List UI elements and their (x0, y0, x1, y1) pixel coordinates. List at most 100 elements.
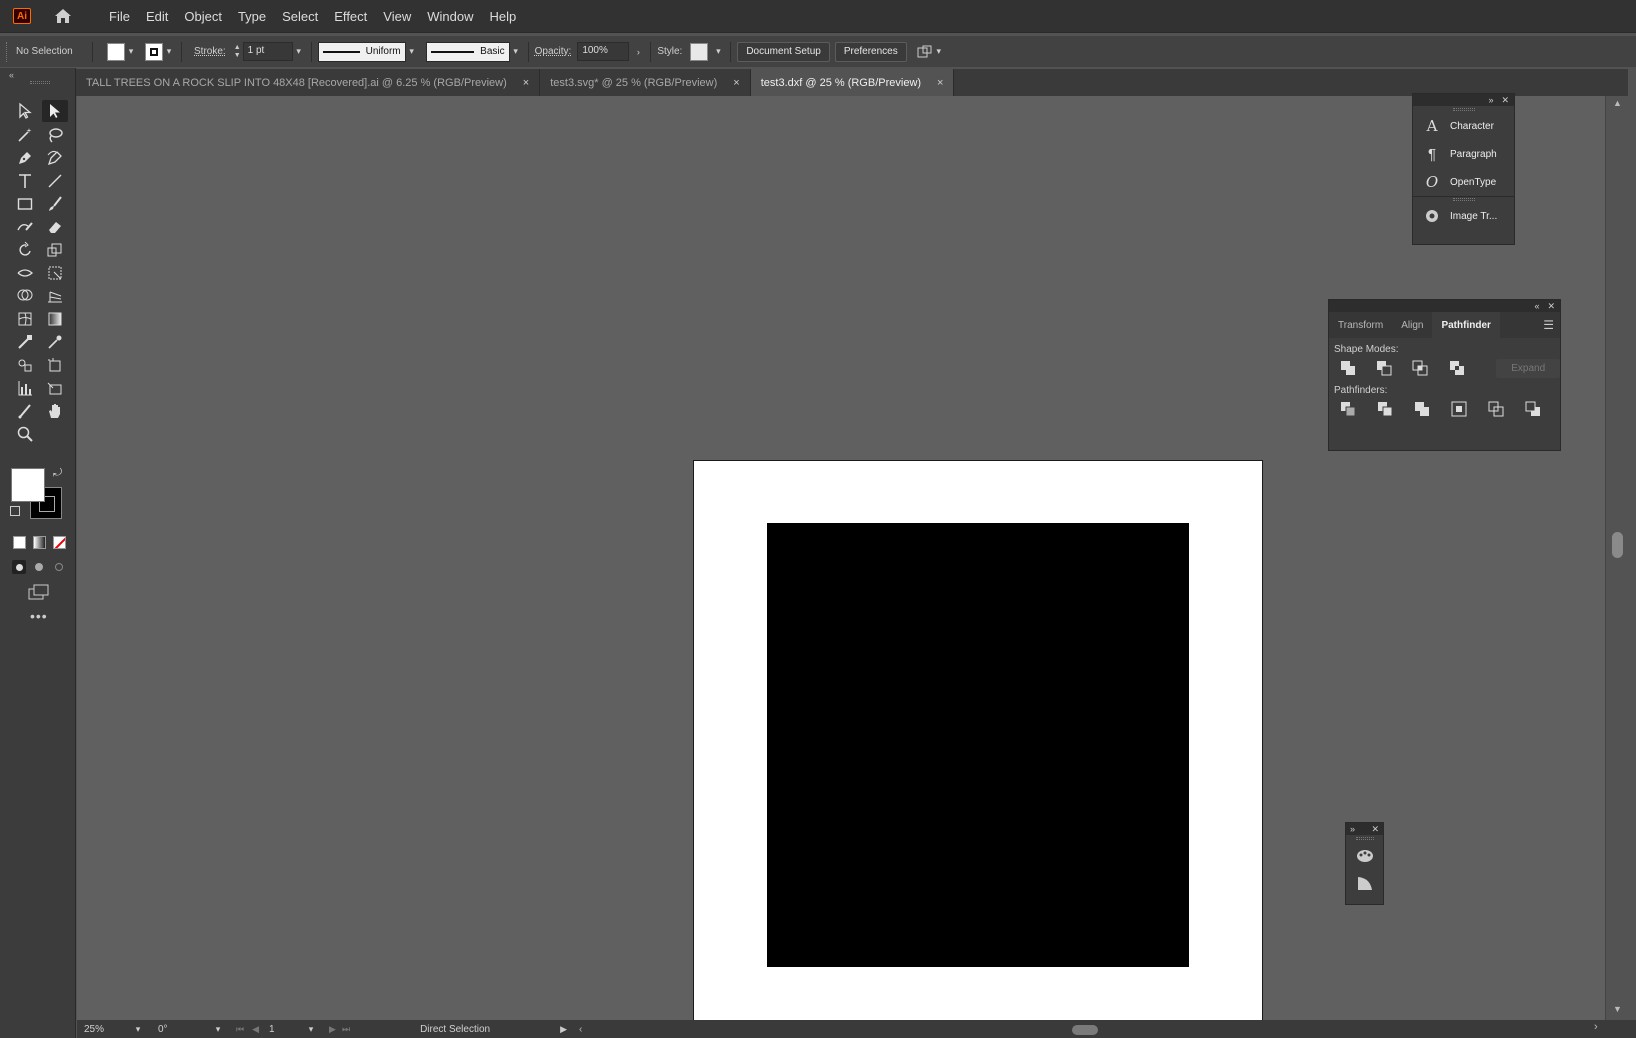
gradient-tool-icon[interactable] (42, 308, 68, 330)
chevron-down-icon[interactable]: ▾ (125, 46, 137, 58)
free-transform-tool-icon[interactable] (42, 262, 68, 284)
tab-transform[interactable]: Transform (1329, 312, 1392, 338)
column-graph-tool-icon[interactable] (12, 377, 38, 399)
curvature-tool-icon[interactable] (42, 147, 68, 169)
stroke-swatch[interactable] (145, 42, 163, 61)
chevron-down-icon[interactable]: ▾ (406, 46, 418, 58)
slice-tool-icon[interactable] (42, 377, 68, 399)
expand-panels-icon[interactable]: » (1488, 95, 1493, 105)
chevron-down-icon[interactable]: ▾ (933, 46, 945, 58)
dock-item-image-trace[interactable]: Image Tr... (1413, 202, 1514, 230)
status-menu-icon[interactable]: ▶ (560, 1024, 567, 1035)
exclude-icon[interactable] (1448, 359, 1465, 377)
dock-item-opentype[interactable]: O OpenType (1413, 168, 1514, 196)
pen-tool-icon[interactable] (12, 147, 38, 169)
vertical-scroll-thumb[interactable] (1612, 532, 1623, 558)
close-icon[interactable]: ✕ (1501, 95, 1509, 106)
fill-swatch[interactable] (107, 42, 125, 61)
dock-item-character[interactable]: A Character (1413, 112, 1514, 140)
artboard-tool-icon[interactable] (42, 354, 68, 376)
last-artboard-icon[interactable]: ⏭ (342, 1024, 350, 1035)
rotate-tool-icon[interactable] (12, 239, 38, 261)
scroll-left-icon[interactable]: ‹ (579, 1024, 582, 1035)
black-rectangle-shape[interactable] (767, 523, 1189, 967)
stroke-stepper[interactable]: ▲ ▼ (234, 44, 241, 60)
zoom-tool-icon[interactable] (12, 423, 38, 445)
type-tool-icon[interactable] (12, 170, 38, 192)
current-tool-label[interactable]: Direct Selection (420, 1024, 560, 1035)
rectangle-tool-icon[interactable] (12, 193, 38, 215)
brush-definition[interactable]: Basic (425, 41, 510, 62)
shape-builder-tool-icon[interactable] (12, 285, 38, 307)
menu-edit[interactable]: Edit (138, 0, 176, 33)
style-swatch[interactable] (690, 42, 709, 61)
chevron-down-icon[interactable]: ▾ (712, 46, 724, 58)
paintbrush-tool-icon[interactable] (42, 193, 68, 215)
minus-front-icon[interactable] (1375, 359, 1392, 377)
preferences-button[interactable]: Preferences (834, 41, 907, 62)
divide-icon[interactable] (1339, 400, 1357, 418)
tab-align[interactable]: Align (1392, 312, 1432, 338)
menu-effect[interactable]: Effect (326, 0, 375, 33)
menu-type[interactable]: Type (230, 0, 274, 33)
shaper-tool-icon[interactable] (12, 216, 38, 238)
expand-button[interactable]: Expand (1496, 358, 1560, 378)
color-icon[interactable] (13, 536, 26, 549)
document-tab[interactable]: test3.svg* @ 25 % (RGB/Preview) × (540, 69, 751, 96)
next-artboard-icon[interactable]: ▶ (329, 1024, 336, 1035)
more-tools-icon[interactable]: ••• (30, 608, 48, 624)
menu-view[interactable]: View (375, 0, 419, 33)
rotation-input[interactable]: 0° (158, 1024, 212, 1035)
collapse-panel-icon[interactable]: « (1534, 301, 1539, 311)
hand-tool-icon[interactable] (42, 400, 68, 422)
menu-help[interactable]: Help (481, 0, 524, 33)
blend-tool-icon[interactable] (12, 331, 38, 353)
expand-panels-icon[interactable]: » (1350, 824, 1355, 834)
home-icon[interactable] (52, 5, 74, 27)
minus-back-icon[interactable] (1524, 400, 1542, 418)
swap-fill-stroke-icon[interactable]: ⤾ (53, 467, 62, 480)
close-icon[interactable]: × (523, 77, 529, 89)
control-bar-grip[interactable] (6, 41, 8, 62)
unite-icon[interactable] (1339, 359, 1356, 377)
outline-icon[interactable] (1487, 400, 1505, 418)
default-fill-stroke-icon[interactable] (10, 506, 20, 516)
mesh-tool-icon[interactable] (12, 308, 38, 330)
first-artboard-icon[interactable]: ⏮ (236, 1024, 244, 1035)
menu-window[interactable]: Window (419, 0, 481, 33)
gradient-panel-icon[interactable] (1346, 869, 1383, 897)
vertical-scrollbar[interactable]: ▲ ▼ (1605, 96, 1628, 1020)
chevron-down-icon[interactable]: ▾ (163, 46, 175, 58)
stroke-label[interactable]: Stroke: (194, 46, 226, 57)
zoom-level-input[interactable]: 25% (84, 1024, 132, 1035)
artboard[interactable] (693, 460, 1263, 1031)
eyedropper-tool-icon[interactable] (42, 331, 68, 353)
draw-normal-icon[interactable] (12, 560, 26, 574)
gradient-icon[interactable] (33, 536, 46, 549)
scissors-tool-icon[interactable] (12, 400, 38, 422)
chevron-down-icon[interactable]: ▾ (212, 1023, 224, 1035)
panel-menu-icon[interactable]: ☰ (1543, 312, 1560, 338)
close-icon[interactable]: ✕ (1371, 824, 1379, 835)
scroll-right-icon[interactable]: › (1594, 1021, 1598, 1033)
magic-wand-tool-icon[interactable] (12, 124, 38, 146)
variable-width-profile[interactable]: Uniform (317, 41, 406, 62)
scroll-down-icon[interactable]: ▼ (1613, 1004, 1622, 1014)
document-tab-active[interactable]: test3.dxf @ 25 % (RGB/Preview) × (750, 69, 955, 96)
draw-inside-icon[interactable] (52, 560, 66, 574)
crop-icon[interactable] (1450, 400, 1468, 418)
horizontal-scroll-thumb[interactable] (1072, 1025, 1098, 1035)
none-icon[interactable] (53, 536, 66, 549)
tab-pathfinder[interactable]: Pathfinder (1432, 312, 1500, 338)
width-tool-icon[interactable] (12, 262, 38, 284)
line-segment-tool-icon[interactable] (42, 170, 68, 192)
document-setup-button[interactable]: Document Setup (737, 41, 830, 62)
document-tab[interactable]: TALL TREES ON A ROCK SLIP INTO 48X48 [Re… (76, 69, 541, 96)
stroke-weight-input[interactable]: 1 pt (242, 42, 293, 61)
direct-selection-tool-icon[interactable] (42, 100, 68, 122)
intersect-icon[interactable] (1412, 359, 1429, 377)
color-guide-icon[interactable] (1346, 841, 1383, 869)
dock-item-paragraph[interactable]: ¶ Paragraph (1413, 140, 1514, 168)
close-icon[interactable]: × (733, 77, 739, 89)
chevron-down-icon[interactable]: ▾ (510, 46, 522, 58)
